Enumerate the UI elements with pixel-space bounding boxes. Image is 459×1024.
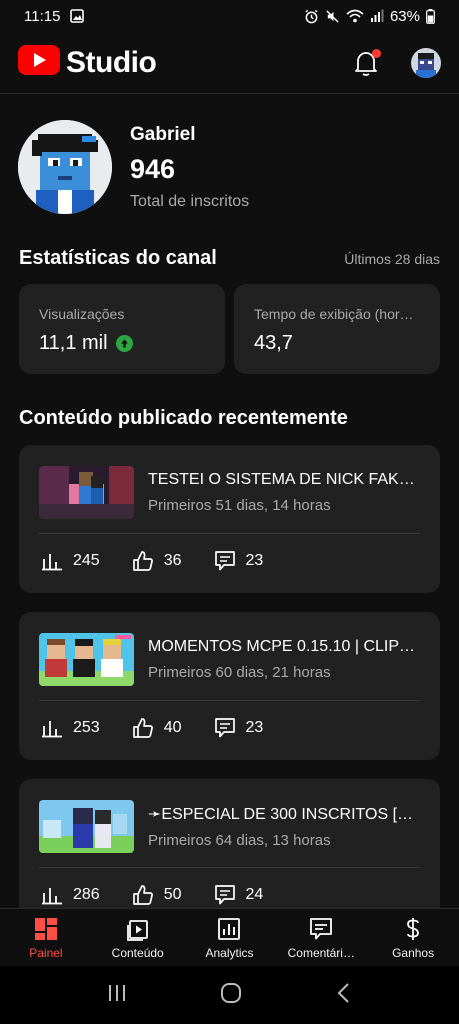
video-age: Primeiros 51 dias, 14 horas xyxy=(148,496,331,514)
nav-earn[interactable]: Ganhos xyxy=(367,909,459,966)
likes-stat: 50 xyxy=(132,884,182,906)
views-icon xyxy=(42,721,62,738)
views-stat: 245 xyxy=(41,551,100,571)
recent-content-header: Conteúdo publicado recentemente xyxy=(19,407,440,430)
video-thumbnail xyxy=(39,465,134,519)
nav-earn-label: Ganhos xyxy=(392,946,435,960)
dashboard-icon xyxy=(34,918,57,940)
divider xyxy=(39,867,420,868)
comment-icon xyxy=(214,885,235,905)
analytics-icon xyxy=(218,918,241,940)
likes-stat: 36 xyxy=(132,550,182,572)
comments-count: 24 xyxy=(245,886,264,903)
status-bar: 11:15 63% xyxy=(0,0,459,32)
status-time: 11:15 xyxy=(24,7,61,25)
views-stat: 286 xyxy=(41,885,100,905)
channel-stats-title: Estatísticas do canal xyxy=(19,247,217,269)
views-count: 245 xyxy=(73,552,100,569)
nav-comments[interactable]: Comentári… xyxy=(275,909,367,966)
nav-comments-label: Comentári… xyxy=(287,946,355,960)
like-icon xyxy=(132,718,153,738)
likes-count: 36 xyxy=(163,552,182,569)
video-title: MOMENTOS MCPE 0.15.10 | CLIP… xyxy=(148,637,416,655)
video-title: ➛ESPECIAL DE 300 INSCRITOS [… xyxy=(148,805,414,823)
bottom-navigation: Painel Conteúdo Analytics Comentári… Gan… xyxy=(0,908,459,966)
battery-level: 63% xyxy=(389,7,420,25)
studio-logo[interactable]: Studio xyxy=(18,45,157,80)
views-count: 286 xyxy=(73,886,100,903)
likes-count: 40 xyxy=(163,719,182,736)
comments-stat: 23 xyxy=(214,717,264,739)
nav-dashboard[interactable]: Painel xyxy=(0,909,92,966)
divider xyxy=(39,533,420,534)
comments-stat: 23 xyxy=(214,550,264,572)
views-card[interactable]: Visualizações 11,1 mil xyxy=(19,284,225,374)
youtube-logo-icon xyxy=(18,45,60,80)
nav-analytics[interactable]: Analytics xyxy=(184,909,276,966)
divider xyxy=(39,700,420,701)
comments-stat: 24 xyxy=(214,884,264,906)
nav-content-label: Conteúdo xyxy=(111,946,164,960)
video-age: Primeiros 60 dias, 21 horas xyxy=(148,663,331,681)
video-card[interactable]: ➛ESPECIAL DE 300 INSCRITOS [… Primeiros … xyxy=(19,779,440,908)
subscriber-count: 946 xyxy=(130,154,176,184)
watch-time-card[interactable]: Tempo de exibição (hor… 43,7 xyxy=(234,284,440,374)
dashboard-content[interactable]: Gabriel 946 Total de inscritos Estatísti… xyxy=(0,95,459,908)
bell-icon xyxy=(353,51,379,81)
recent-content-title: Conteúdo publicado recentemente xyxy=(19,407,348,429)
comment-icon xyxy=(214,551,235,571)
trend-up-icon xyxy=(115,335,133,352)
account-avatar[interactable] xyxy=(411,47,441,78)
app-header: Studio xyxy=(0,32,459,94)
like-icon xyxy=(132,551,153,571)
content-icon xyxy=(126,920,148,941)
views-stat: 253 xyxy=(41,718,100,738)
subscriber-label: Total de inscritos xyxy=(130,193,250,210)
video-age: Primeiros 64 dias, 13 horas xyxy=(148,831,331,849)
likes-stat: 40 xyxy=(132,717,182,739)
comments-count: 23 xyxy=(245,719,264,736)
comments-count: 23 xyxy=(245,552,264,569)
home-icon[interactable] xyxy=(219,981,243,1010)
wifi-icon xyxy=(346,9,364,23)
notifications-button[interactable] xyxy=(353,48,381,77)
brand-name: Studio xyxy=(66,45,157,79)
channel-name: Gabriel xyxy=(130,124,196,145)
mute-icon xyxy=(325,9,340,24)
watch-time-value: 43,7 xyxy=(254,332,293,354)
views-icon xyxy=(42,888,62,905)
nav-dashboard-label: Painel xyxy=(29,946,63,960)
video-card[interactable]: TESTEI O SISTEMA DE NICK FAKE… Primeiros… xyxy=(19,445,440,593)
channel-avatar xyxy=(18,120,112,214)
battery-icon xyxy=(426,8,435,24)
stats-period: Últimos 28 dias xyxy=(344,250,440,267)
views-icon xyxy=(42,554,62,571)
recent-apps-icon[interactable] xyxy=(106,983,128,1008)
video-thumbnail xyxy=(39,632,134,686)
channel-profile: Gabriel 946 Total de inscritos xyxy=(18,120,249,214)
notification-badge xyxy=(372,48,381,58)
signal-icon xyxy=(370,9,384,23)
views-label: Visualizações xyxy=(39,306,125,322)
video-title: TESTEI O SISTEMA DE NICK FAKE… xyxy=(148,470,420,488)
views-value: 11,1 mil xyxy=(39,332,108,354)
gallery-notification-icon xyxy=(70,9,85,23)
views-count: 253 xyxy=(73,719,100,736)
watch-time-label: Tempo de exibição (hor… xyxy=(254,306,414,322)
nav-analytics-label: Analytics xyxy=(205,946,254,960)
comments-icon xyxy=(310,918,333,940)
video-thumbnail xyxy=(39,799,134,853)
back-icon[interactable] xyxy=(334,982,354,1009)
likes-count: 50 xyxy=(163,886,182,903)
video-card[interactable]: MOMENTOS MCPE 0.15.10 | CLIP… Primeiros … xyxy=(19,612,440,760)
alarm-icon xyxy=(304,9,319,24)
comment-icon xyxy=(214,718,235,738)
earn-icon xyxy=(407,918,419,940)
nav-content[interactable]: Conteúdo xyxy=(92,909,184,966)
channel-stats-header: Estatísticas do canal Últimos 28 dias xyxy=(19,247,440,270)
system-navigation-bar xyxy=(0,966,459,1024)
like-icon xyxy=(132,885,153,905)
